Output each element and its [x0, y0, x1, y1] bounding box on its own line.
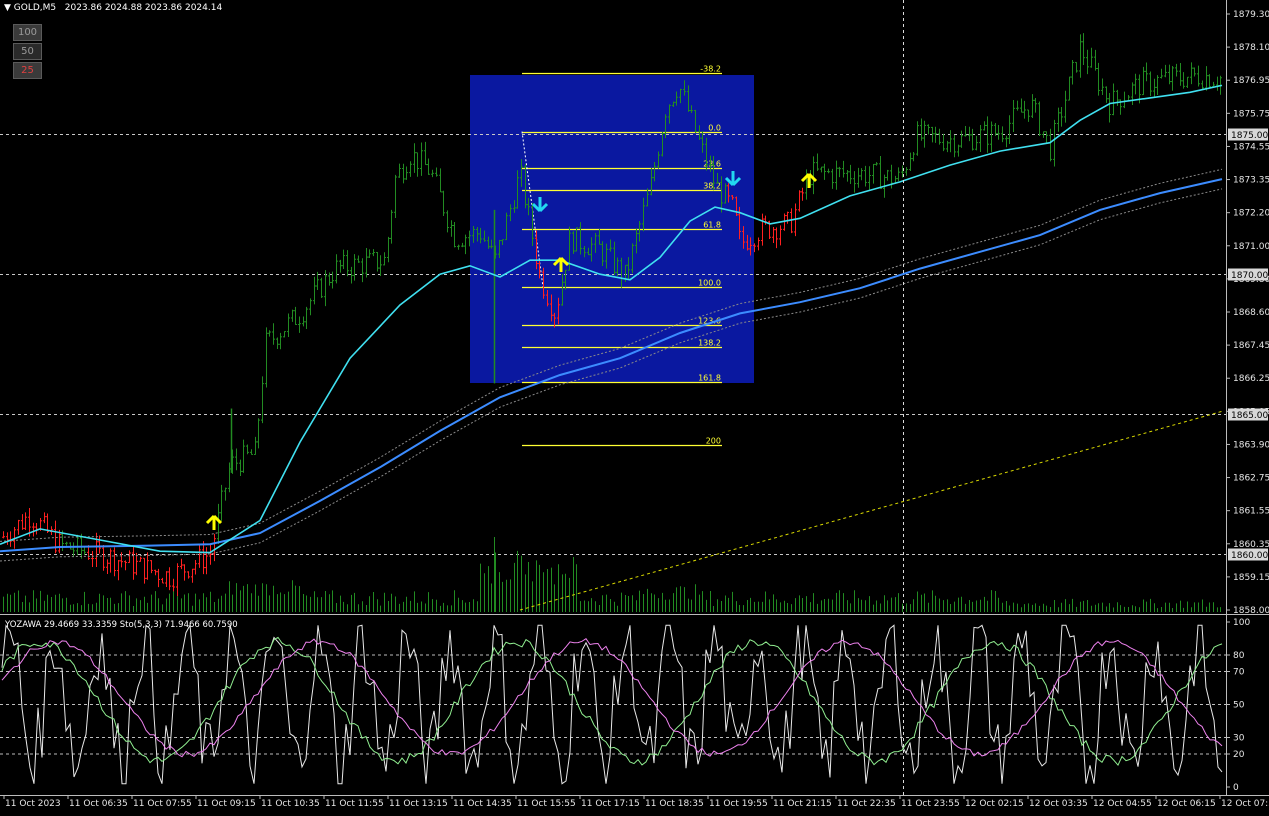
time-axis-label: 11 Oct 2023 [5, 799, 61, 809]
time-axis-label: 11 Oct 07:55 [133, 799, 192, 809]
zoom-50-label: 50 [21, 46, 34, 57]
price-axis-label: 1871.00 [1233, 242, 1269, 252]
time-axis-label: 11 Oct 09:15 [197, 799, 256, 809]
indicator-axis-label: 70 [1233, 668, 1245, 678]
indicator-axis-label: 50 [1233, 701, 1245, 711]
fibonacci-level-label: 100.0 [698, 279, 721, 288]
price-axis-label: 1861.55 [1233, 507, 1269, 517]
indicator-axis-label: 80 [1233, 651, 1245, 661]
ohlc-values: 2023.86 2024.88 2023.86 2024.14 [64, 3, 223, 13]
time-axis-label: 12 Oct 02:15 [965, 799, 1024, 809]
zoom-50-button[interactable]: 50 [13, 43, 42, 60]
time-axis-label: 11 Oct 22:35 [837, 799, 896, 809]
indicator-header: YOZAWA 29.4669 33.3359 Sto(5,3,3) 71.946… [4, 620, 238, 630]
chart-header: ▼ GOLD,M5 2023.86 2024.88 2023.86 2024.1… [4, 3, 222, 13]
price-axis-label: 1859.15 [1233, 573, 1269, 583]
price-axis-label: 1872.20 [1233, 209, 1269, 219]
price-axis-label: 1878.10 [1233, 43, 1269, 53]
time-axis-label: 11 Oct 19:55 [709, 799, 768, 809]
indicator-axis-label: 30 [1233, 734, 1245, 744]
price-axis-label: 1858.00 [1233, 606, 1269, 616]
time-axis-label: 11 Oct 11:55 [325, 799, 384, 809]
time-axis-label: 12 Oct 06:15 [1157, 799, 1216, 809]
fibonacci-level-label: 23.6 [703, 160, 721, 169]
window-menu-arrow-icon[interactable]: ▼ [4, 3, 11, 13]
price-axis-label: 1868.60 [1233, 308, 1269, 318]
fibonacci-level-label: 161.8 [698, 374, 721, 383]
time-axis-label: 11 Oct 15:55 [517, 799, 576, 809]
time-axis-label: 11 Oct 17:15 [581, 799, 640, 809]
chart-canvas[interactable]: -38.20.023.638.261.8100.0123.6138.2161.8… [0, 0, 1269, 812]
time-axis-label: 11 Oct 06:35 [69, 799, 128, 809]
fibonacci-level-label: 0.0 [708, 124, 721, 133]
price-level-label: 1870.00 [1231, 271, 1268, 281]
fibonacci-level-label: 138.2 [698, 339, 721, 348]
zoom-25-button[interactable]: 25 [13, 62, 42, 79]
price-axis-label: 1879.30 [1233, 10, 1269, 20]
time-axis-label: 11 Oct 18:35 [645, 799, 704, 809]
price-axis-label: 1862.75 [1233, 474, 1269, 484]
price-axis-label: 1867.45 [1233, 341, 1269, 351]
price-axis-label: 1876.95 [1233, 76, 1269, 86]
time-axis-label: 12 Oct 03:35 [1029, 799, 1088, 809]
time-axis-label: 12 Oct 07:35 [1221, 799, 1269, 809]
zoom-100-button[interactable]: 100 [13, 24, 42, 41]
indicator-axis-label: 0 [1233, 783, 1239, 793]
time-axis-label: 11 Oct 21:15 [773, 799, 832, 809]
price-level-label: 1875.00 [1231, 131, 1268, 141]
zoom-25-label: 25 [21, 65, 34, 76]
trading-chart-window[interactable]: -38.2 0.0 23.6 38.2 61.8 100.0 123.6 138.2 161.8… [0, 0, 1269, 812]
price-axis-label: 1863.90 [1233, 440, 1269, 450]
fibonacci-level-label: -38.2 [700, 65, 721, 74]
price-axis-label: 1866.25 [1233, 374, 1269, 384]
symbol-label: GOLD,M5 [13, 3, 57, 13]
price-axis-label: 1875.75 [1233, 109, 1269, 119]
price-level-label: 1860.00 [1231, 551, 1268, 561]
indicator-axis-label: 20 [1233, 750, 1245, 760]
fibonacci-level-label: 61.8 [703, 221, 721, 230]
time-axis-label: 11 Oct 10:35 [261, 799, 320, 809]
price-axis-label: 1873.35 [1233, 176, 1269, 186]
time-axis-label: 11 Oct 23:55 [901, 799, 960, 809]
time-axis-label: 11 Oct 13:15 [389, 799, 448, 809]
price-level-label: 1865.00 [1231, 411, 1268, 421]
zoom-100-label: 100 [17, 27, 38, 38]
price-axis-label: 1860.35 [1233, 540, 1269, 550]
indicator-axis-label: 100 [1233, 618, 1250, 628]
price-axis-label: 1874.55 [1233, 142, 1269, 152]
time-axis-label: 12 Oct 04:55 [1093, 799, 1152, 809]
time-axis-label: 11 Oct 14:35 [453, 799, 512, 809]
fibonacci-level-label: 200 [706, 437, 721, 446]
